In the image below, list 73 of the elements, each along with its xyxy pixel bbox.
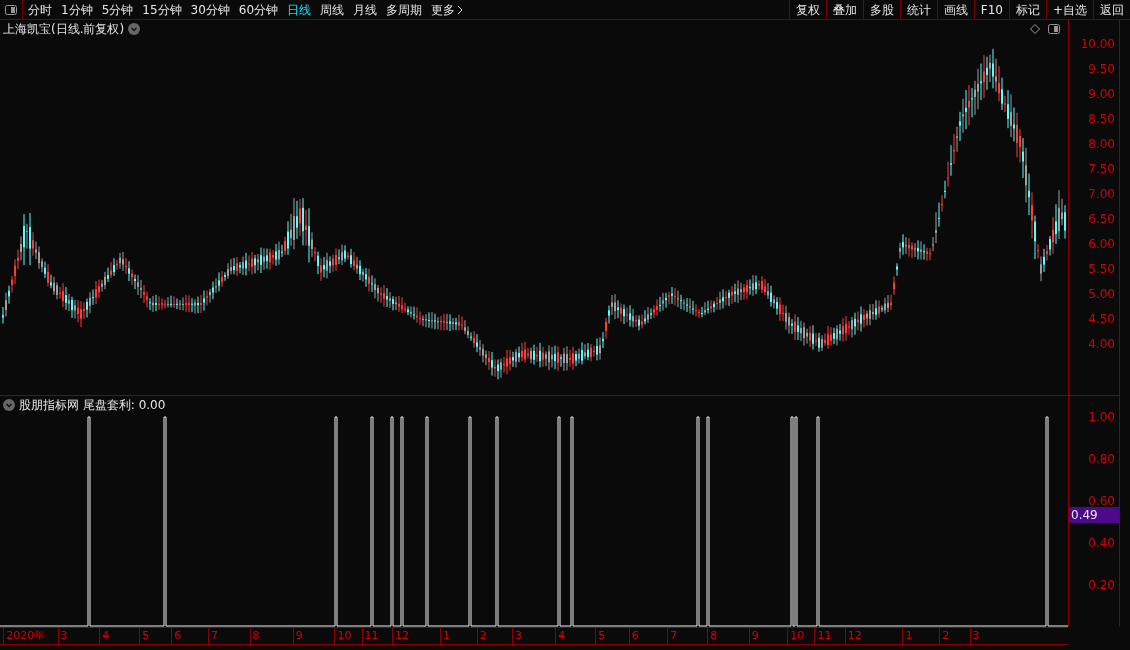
date-axis-label: 5 bbox=[595, 628, 606, 644]
price-axis-label: 4.50 bbox=[1088, 312, 1115, 326]
chevron-down-icon[interactable] bbox=[3, 399, 15, 411]
date-axis-label: 7 bbox=[667, 628, 678, 644]
date-axis-label: 3 bbox=[57, 628, 68, 644]
period-tab[interactable]: 多周期 bbox=[386, 0, 423, 19]
date-axis-label: 9 bbox=[292, 628, 303, 644]
panel-toggle-icon[interactable] bbox=[1048, 24, 1060, 34]
date-axis-label: 6 bbox=[628, 628, 639, 644]
date-axis-label: 1 bbox=[902, 628, 913, 644]
toolbar-button[interactable]: +自选 bbox=[1045, 0, 1093, 19]
indicator-axis-label: 0.40 bbox=[1088, 536, 1115, 550]
period-tab[interactable]: 1分钟 bbox=[61, 0, 93, 19]
period-tab[interactable]: 60分钟 bbox=[238, 0, 279, 19]
price-axis-label: 9.00 bbox=[1088, 87, 1115, 101]
date-axis-label: 11 bbox=[361, 628, 379, 644]
price-axis-label: 4.00 bbox=[1088, 337, 1115, 351]
chart-title: 上海凯宝(日线.前复权) bbox=[3, 21, 125, 38]
date-axis-label: 1 bbox=[440, 628, 450, 644]
toolbar-button[interactable]: 复权 bbox=[788, 0, 826, 19]
date-axis-label: 6 bbox=[171, 628, 182, 644]
toolbar-button[interactable]: 画线 bbox=[936, 0, 974, 19]
date-axis-label: 2 bbox=[939, 628, 950, 644]
date-axis-label: 11 bbox=[814, 628, 832, 644]
current-value-tag: 0.49 bbox=[1069, 507, 1119, 523]
date-axis-label: 10 bbox=[787, 628, 805, 644]
date-axis-label: 8 bbox=[249, 628, 260, 644]
chevron-right-icon bbox=[457, 4, 464, 15]
indicator-axis-label: 0.20 bbox=[1088, 578, 1115, 592]
period-tab[interactable]: 分时 bbox=[28, 0, 52, 19]
indicator-axis-label: 1.00 bbox=[1088, 410, 1115, 424]
price-axis-label: 5.50 bbox=[1088, 262, 1115, 276]
price-axis-label: 5.00 bbox=[1088, 287, 1115, 301]
date-axis-label: 7 bbox=[208, 628, 218, 644]
price-axis-label: 7.00 bbox=[1088, 187, 1115, 201]
toolbar-button[interactable]: 统计 bbox=[899, 0, 937, 19]
indicator-axis-label: 0.80 bbox=[1088, 452, 1115, 466]
period-tab[interactable]: 日线 bbox=[287, 0, 312, 19]
toolbar-button[interactable]: F10 bbox=[973, 0, 1009, 19]
toolbar-button[interactable]: 多股 bbox=[862, 0, 900, 19]
date-axis-label: 12 bbox=[844, 628, 862, 644]
price-axis-label: 9.50 bbox=[1088, 62, 1115, 76]
date-axis-label: 5 bbox=[139, 628, 150, 644]
toolbar-button[interactable]: 叠加 bbox=[825, 0, 863, 19]
date-axis-label: 3 bbox=[969, 628, 980, 644]
indicator-title: 股朋指标网 尾盘套利: 0.00 bbox=[19, 397, 166, 414]
diamond-icon[interactable] bbox=[1030, 24, 1040, 34]
price-axis-label: 6.00 bbox=[1088, 237, 1115, 251]
date-axis-label: 8 bbox=[707, 628, 718, 644]
period-tab[interactable]: 15分钟 bbox=[142, 0, 182, 19]
price-axis-label: 8.00 bbox=[1088, 137, 1115, 151]
date-axis-label: 2020年 bbox=[3, 628, 46, 644]
panel-toggle-icon bbox=[5, 4, 17, 15]
date-axis-label: 12 bbox=[392, 628, 409, 644]
price-axis-label: 7.50 bbox=[1088, 162, 1115, 176]
indicator-axis-label: 0.60 bbox=[1088, 494, 1115, 508]
date-axis-label: 10 bbox=[334, 628, 352, 644]
date-axis-label: 2 bbox=[476, 628, 487, 644]
price-axis-label: 6.50 bbox=[1088, 212, 1115, 226]
period-tab[interactable]: 周线 bbox=[320, 0, 345, 19]
period-tab[interactable]: 30分钟 bbox=[190, 0, 230, 19]
date-axis-label: 3 bbox=[512, 628, 522, 644]
date-axis-label: 4 bbox=[99, 628, 110, 644]
price-axis-label: 10.00 bbox=[1080, 37, 1115, 51]
toolbar-button[interactable]: 标记 bbox=[1008, 0, 1046, 19]
date-axis-label: 4 bbox=[555, 628, 566, 644]
chevron-down-icon[interactable] bbox=[128, 23, 141, 35]
period-tab[interactable]: 月线 bbox=[353, 0, 378, 19]
period-tab[interactable]: 5分钟 bbox=[101, 0, 134, 19]
price-axis-label: 8.50 bbox=[1088, 112, 1115, 126]
more-button[interactable]: 更多 bbox=[431, 0, 464, 19]
toolbar-button[interactable]: 返回 bbox=[1093, 0, 1130, 19]
date-axis-label: 9 bbox=[748, 628, 759, 644]
